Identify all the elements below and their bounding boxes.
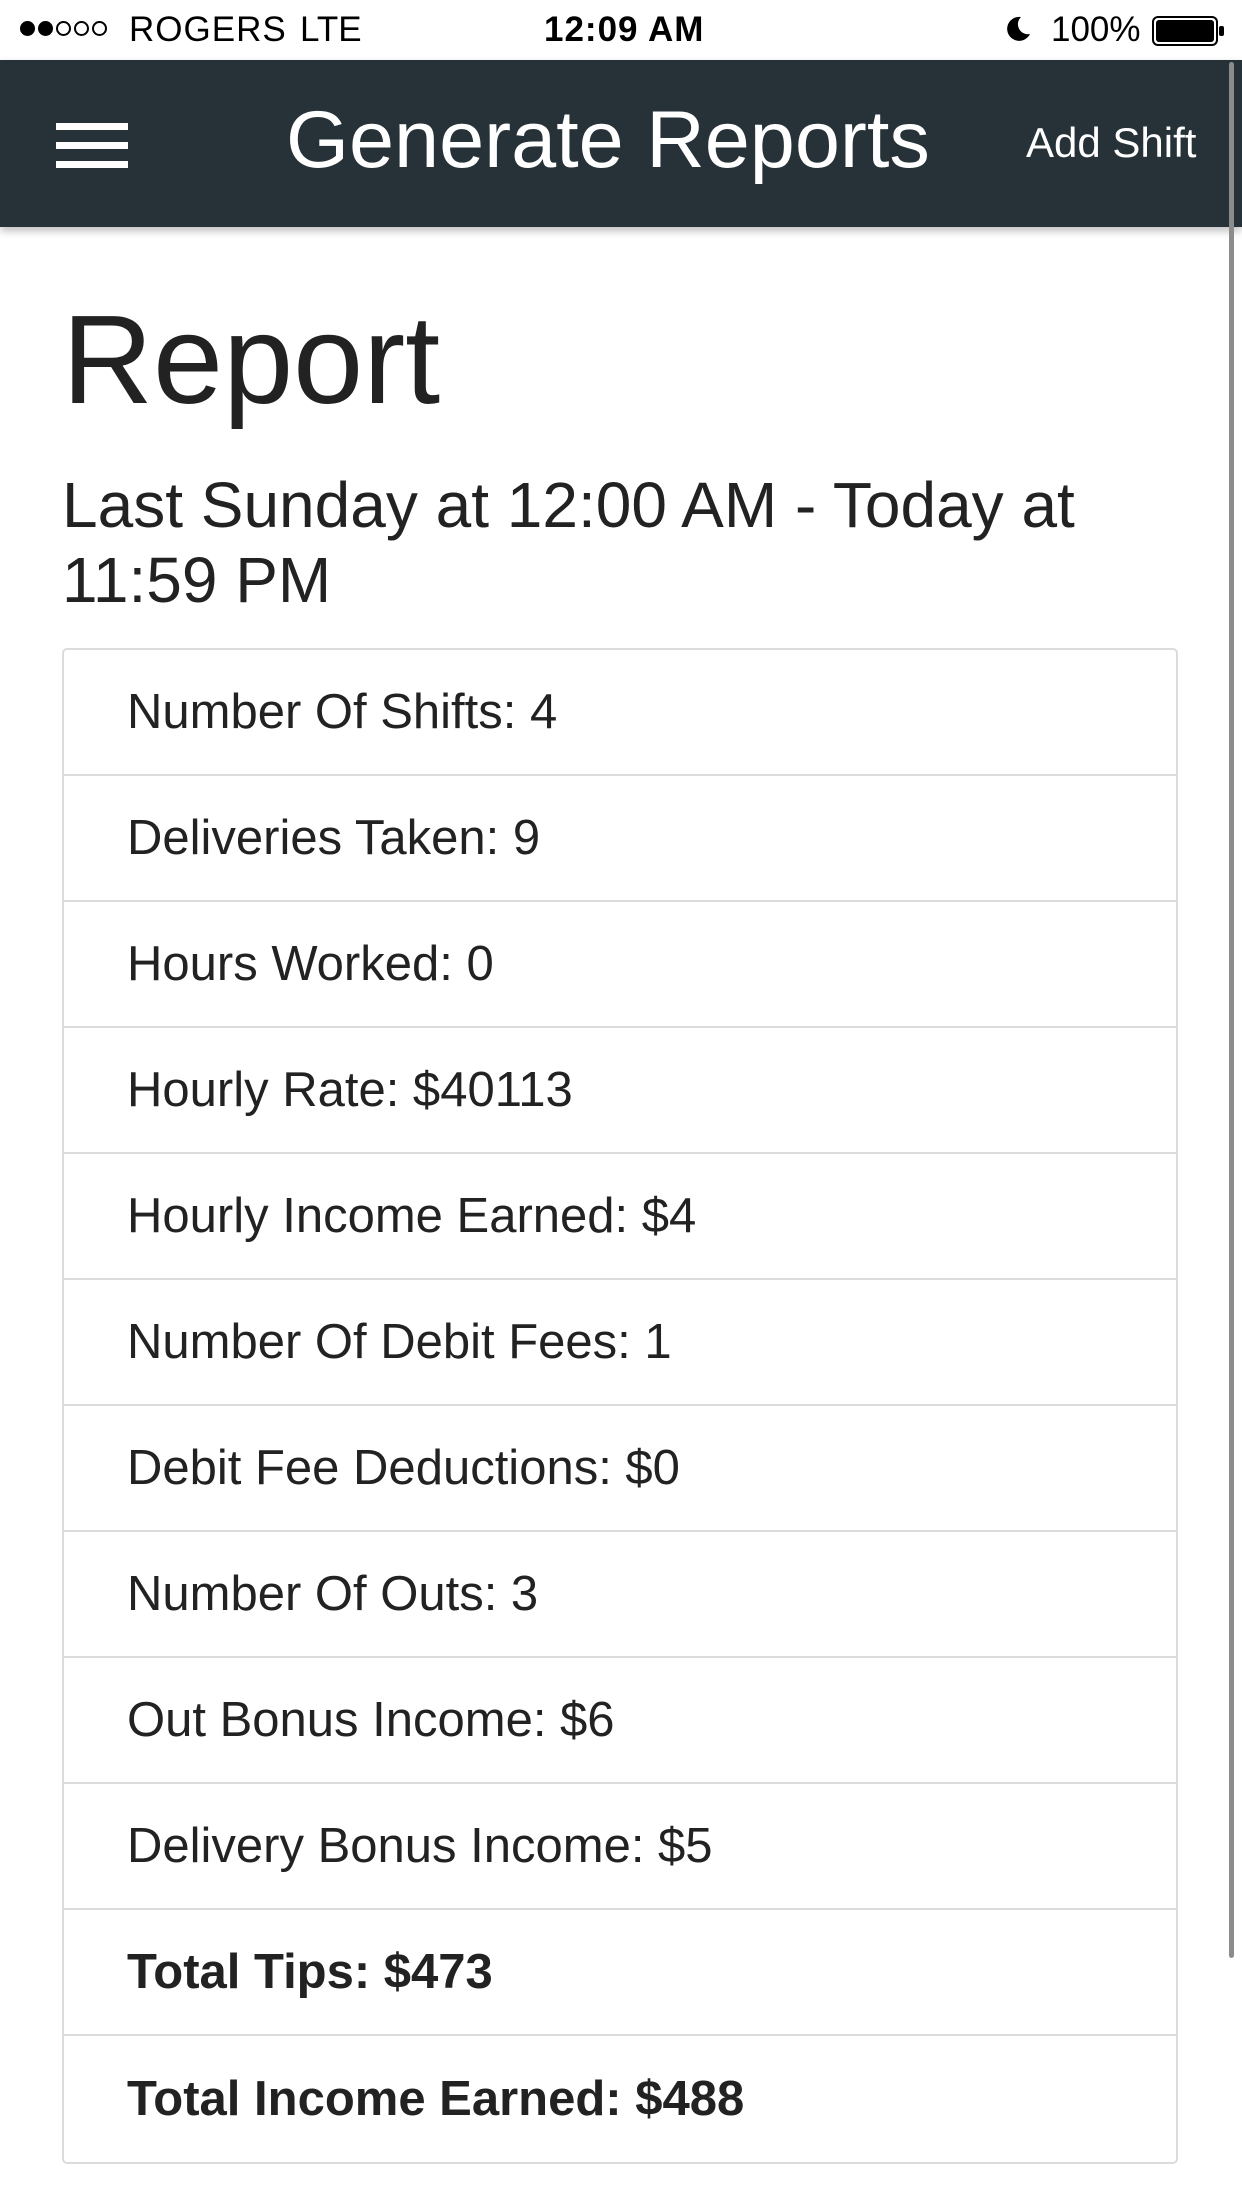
report-row-delivery-bonus-income: Delivery Bonus Income: $5: [64, 1784, 1176, 1910]
menu-bar-line: [56, 142, 128, 149]
report-row-number-of-shifts: Number Of Shifts: 4: [64, 650, 1176, 776]
menu-bar-line: [56, 161, 128, 168]
battery-percentage: 100%: [1051, 10, 1141, 49]
report-row-total-tips: Total Tips: $473: [64, 1910, 1176, 2036]
network-type: LTE: [300, 10, 362, 49]
status-bar: ROGERS LTE 12:09 AM 100%: [0, 0, 1242, 60]
report-row-hourly-rate: Hourly Rate: $40113: [64, 1028, 1176, 1154]
app-bar: Generate Reports Add Shift: [0, 60, 1242, 227]
scrollbar[interactable]: [1229, 62, 1234, 1958]
status-time: 12:09 AM: [544, 10, 705, 49]
battery-icon: [1152, 16, 1224, 46]
carrier-name: ROGERS: [129, 10, 287, 49]
report-row-number-of-outs: Number Of Outs: 3: [64, 1532, 1176, 1658]
report-row-total-income-earned: Total Income Earned: $488: [127, 2072, 745, 2126]
menu-bar-line: [56, 123, 128, 130]
signal-strength-icon: [20, 21, 110, 36]
signal-dot: [38, 21, 53, 36]
moon-icon: [1007, 16, 1030, 41]
signal-dot: [20, 21, 35, 36]
date-range: Last Sunday at 12:00 AM - Today at 11:59…: [62, 469, 1075, 616]
report-row-out-bonus-income: Out Bonus Income: $6: [64, 1658, 1176, 1784]
signal-dot: [74, 21, 89, 36]
report-row-hourly-income-earned: Hourly Income Earned: $4: [64, 1154, 1176, 1280]
page-title: Report: [62, 289, 441, 430]
add-shift-button[interactable]: Add Shift: [1026, 113, 1196, 173]
report-list: Number Of Shifts: 4 Deliveries Taken: 9 …: [62, 648, 1178, 2164]
hamburger-menu-icon[interactable]: [46, 110, 134, 182]
app-title: Generate Reports: [286, 95, 930, 185]
signal-dot: [92, 21, 107, 36]
report-row-hours-worked: Hours Worked: 0: [64, 902, 1176, 1028]
report-row-number-of-debit-fees: Number Of Debit Fees: 1: [64, 1280, 1176, 1406]
report-row-debit-fee-deductions: Debit Fee Deductions: $0: [64, 1406, 1176, 1532]
signal-dot: [56, 21, 71, 36]
report-row-deliveries-taken: Deliveries Taken: 9: [64, 776, 1176, 902]
